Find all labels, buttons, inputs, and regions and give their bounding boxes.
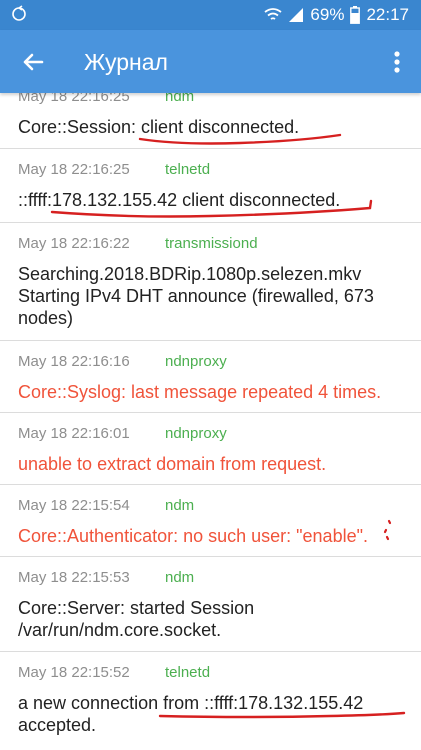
log-time: May 18 22:16:01 (18, 425, 130, 442)
log-entry[interactable]: May 18 22:16:25 telnetd ::ffff:178.132.15… (0, 149, 421, 223)
wifi-icon (264, 8, 282, 20)
log-time: May 18 22:16:22 (18, 235, 130, 252)
status-bar: 69% 22:17 (0, 0, 421, 30)
log-process: transmissiond (165, 235, 258, 252)
log-process: ndm (165, 497, 195, 514)
log-process: ndnproxy (165, 425, 227, 442)
log-time: May 18 22:15:52 (18, 664, 130, 681)
log-time: May 18 22:15:54 (18, 497, 130, 514)
log-message: Core::Session: client disconnected. (18, 117, 300, 137)
log-entry[interactable]: May 18 22:16:16 ndnproxy Core::Syslog: la… (0, 341, 421, 413)
log-message: Core::Server: started Session /var/run/n… (18, 598, 255, 640)
log-message: Core::Authenticator: no such user: "enab… (18, 526, 368, 546)
arrow-back-icon[interactable] (18, 47, 48, 77)
log-message: unable to extract domain from request. (18, 454, 327, 474)
battery-icon (350, 6, 361, 24)
log-process: telnetd (165, 664, 211, 681)
log-message: a new connection from ::ffff:178.132.155… (18, 693, 364, 735)
log-entry[interactable]: May 18 22:16:22 transmissiond Searching.2… (0, 223, 421, 341)
signal-icon (289, 8, 304, 22)
log-process: ndnproxy (165, 353, 227, 370)
log-entry[interactable]: May 18 22:16:01 ndnproxy unable to extrac… (0, 413, 421, 485)
page-title: Журнал (84, 49, 168, 75)
log-process: ndm (165, 93, 195, 105)
log-process: telnetd (165, 161, 211, 178)
log-time: May 18 22:16:25 (18, 161, 130, 178)
log-message: ::ffff:178.132.155.42 client disconnecte… (18, 190, 341, 210)
log-time: May 18 22:15:53 (18, 569, 130, 586)
log-message: Searching.2018.BDRip.1080p.selezen.mkv S… (18, 264, 374, 328)
sync-icon (12, 5, 26, 21)
log-list[interactable]: May 18 22:16:25 ndm Core::Session: client… (0, 93, 421, 750)
log-time: May 18 22:16:25 (18, 93, 130, 105)
log-entry[interactable]: May 18 22:15:54 ndm Core::Authenticator: … (0, 485, 421, 557)
clock: 22:17 (366, 5, 409, 24)
log-message: Core::Syslog: last message repeated 4 ti… (18, 382, 382, 402)
log-process: ndm (165, 569, 195, 586)
more-vert-icon[interactable] (385, 47, 409, 77)
log-entry[interactable]: May 18 22:15:52 telnetd a new connection … (0, 652, 421, 750)
log-entry[interactable]: May 18 22:16:25 ndm Core::Session: client… (0, 93, 421, 149)
log-time: May 18 22:16:16 (18, 353, 130, 370)
app-bar: Журнал (0, 30, 421, 93)
battery-percent: 69% (310, 5, 345, 24)
log-entry[interactable]: May 18 22:15:53 ndm Core::Server: started… (0, 557, 421, 652)
